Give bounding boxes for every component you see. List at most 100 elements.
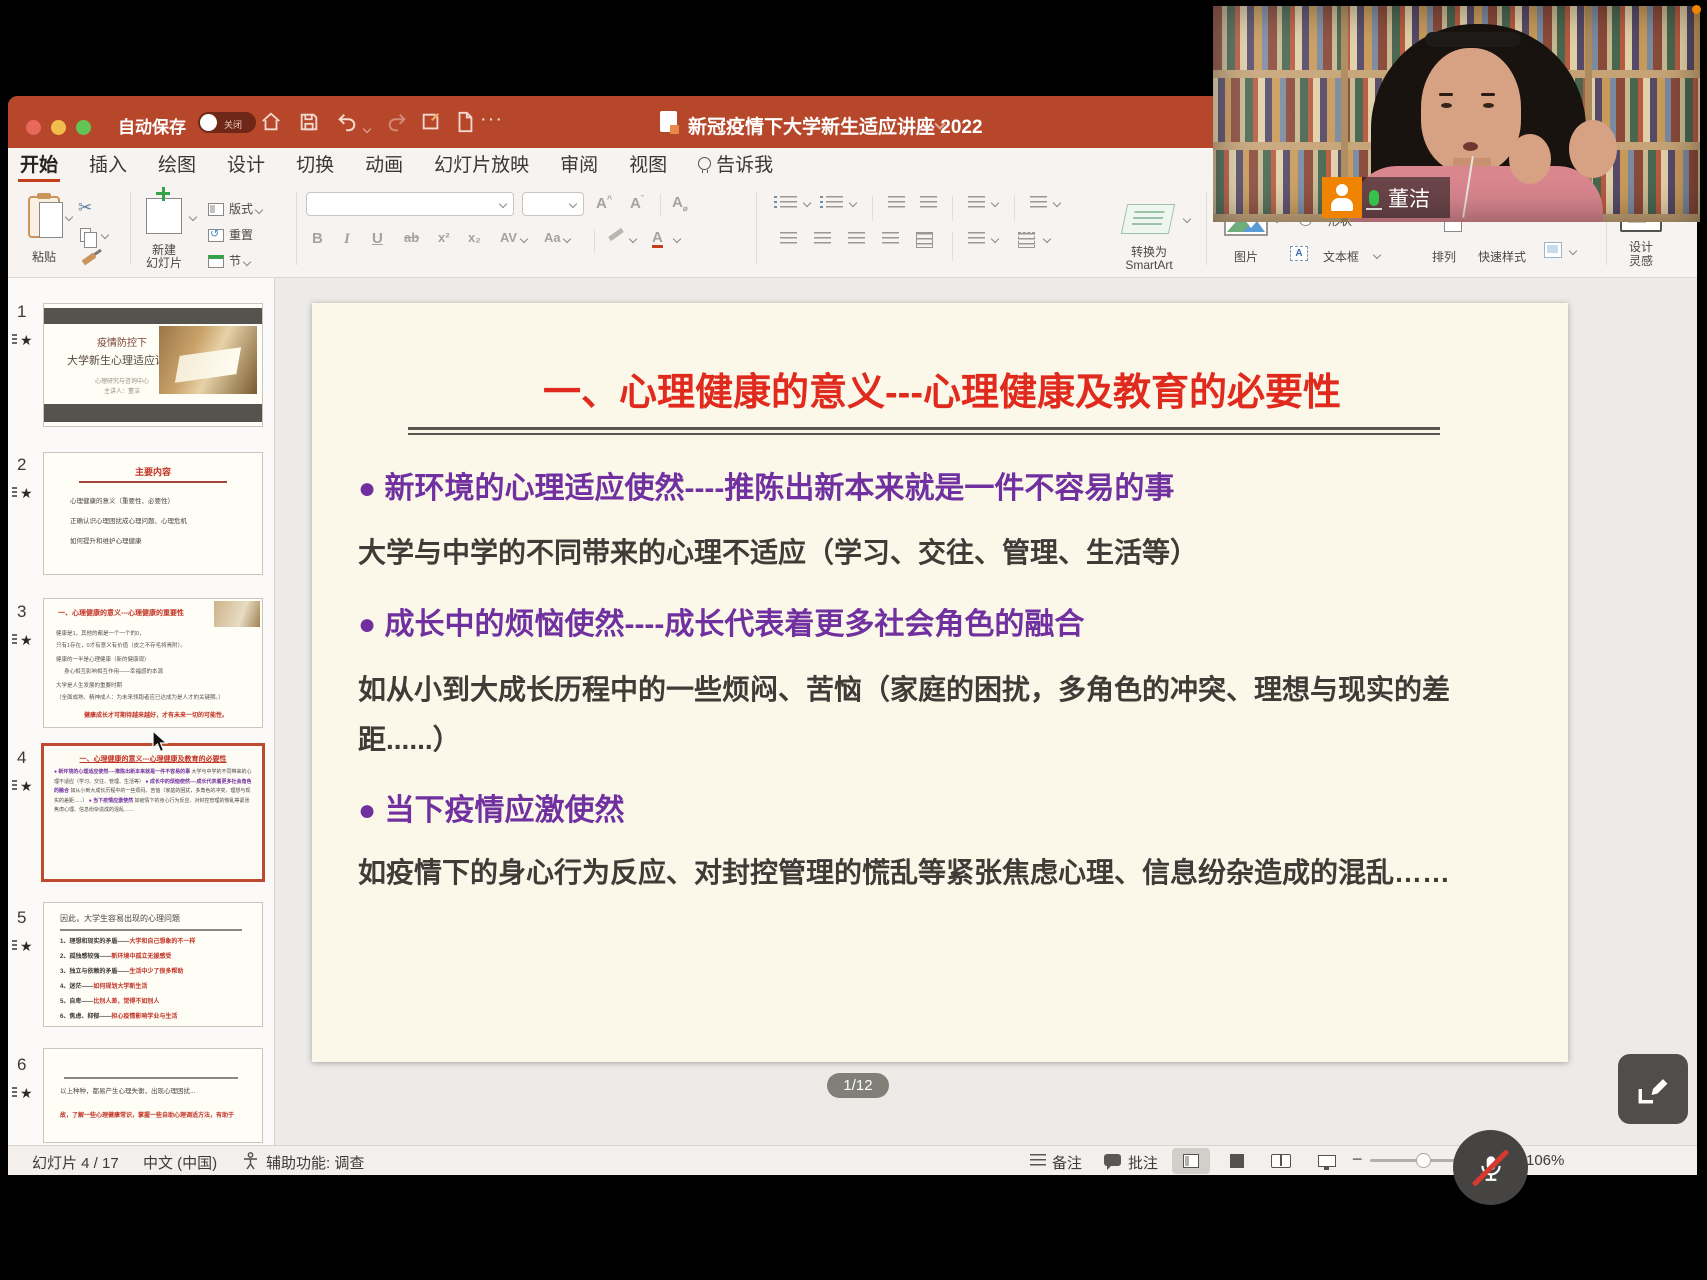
quick-styles-chevron[interactable]	[1569, 247, 1577, 255]
character-spacing-button[interactable]: AV	[500, 230, 527, 245]
numbering-icon[interactable]	[826, 196, 843, 209]
tab-view[interactable]: 视图	[627, 148, 669, 182]
smartart-chevron[interactable]	[1183, 215, 1191, 223]
distribute-icon[interactable]	[916, 232, 933, 248]
accessibility-status[interactable]: 辅助功能: 调查	[266, 1152, 364, 1173]
text-direction-icon[interactable]	[968, 232, 985, 245]
notes-button[interactable]: 备注	[1052, 1152, 1082, 1173]
zoom-slider-knob[interactable]	[1416, 1153, 1431, 1168]
tab-home[interactable]: 开始	[18, 148, 60, 182]
zoom-percentage[interactable]: 106%	[1526, 1152, 1564, 1169]
thumbnail-slide-4-selected[interactable]: 一、心理健康的意义---心理健康及教育的必要性 ● 新环境的心理适应使然----…	[41, 743, 265, 882]
autosave-toggle[interactable]: 关闭	[198, 112, 256, 133]
align-left-icon[interactable]	[780, 232, 797, 245]
textbox-label[interactable]: 文本框	[1314, 248, 1368, 265]
normal-view-button[interactable]	[1172, 1148, 1210, 1174]
highlight-pen-icon[interactable]	[608, 228, 624, 241]
cut-icon[interactable]: ✂	[78, 198, 92, 218]
font-size-combo[interactable]	[522, 192, 584, 216]
new-document-icon[interactable]	[454, 111, 476, 133]
mic-muted-button[interactable]	[1453, 1130, 1528, 1205]
slide-thumbnail-panel[interactable]: 1 ★ 疫情防控下 大学新生心理适应讲座 心理研究与咨询中心 主讲人：董洁 2 …	[8, 278, 275, 1145]
textbox-icon[interactable]: A	[1290, 246, 1308, 261]
thumbnail-slide-5[interactable]: 因此，大学生容易出现的心理问题 1、理想和现实的矛盾——大学和自己想象的不一样 …	[43, 902, 263, 1027]
zoom-out-button[interactable]: −	[1352, 1149, 1363, 1170]
design-ideas-label[interactable]: 设计灵感	[1614, 240, 1668, 268]
font-name-combo[interactable]	[306, 192, 514, 216]
columns-icon[interactable]	[1030, 196, 1047, 209]
more-commands-icon[interactable]: ···	[480, 108, 503, 131]
redo-icon[interactable]	[386, 111, 408, 133]
minimize-window-button[interactable]	[51, 120, 66, 135]
grow-font-button[interactable]: A^	[596, 194, 612, 212]
slideshow-button[interactable]	[1308, 1148, 1346, 1174]
strikethrough-button[interactable]: ab	[404, 230, 419, 245]
change-case-button[interactable]: Aa	[544, 230, 570, 245]
save-icon[interactable]	[298, 111, 320, 133]
highlight-chevron[interactable]	[629, 235, 637, 243]
shrink-font-button[interactable]: Aˇ	[630, 194, 644, 212]
tab-animations[interactable]: 动画	[363, 148, 405, 182]
increase-indent-icon[interactable]	[920, 196, 937, 209]
justify-icon[interactable]	[882, 232, 899, 245]
format-painter-icon[interactable]	[82, 253, 97, 266]
tab-insert[interactable]: 插入	[87, 148, 129, 182]
layout-button[interactable]: 版式	[208, 200, 262, 217]
thumbnail-slide-1[interactable]: 疫情防控下 大学新生心理适应讲座 心理研究与咨询中心 主讲人：董洁	[43, 303, 263, 427]
underline-button[interactable]: U	[372, 230, 383, 247]
new-slide-label[interactable]: 新建幻灯片	[134, 244, 194, 270]
quick-styles-label[interactable]: 快速样式	[1470, 248, 1534, 265]
align-center-icon[interactable]	[814, 232, 831, 245]
close-window-button[interactable]	[26, 120, 41, 135]
quick-styles-icon[interactable]	[1544, 242, 1562, 258]
align-text-icon[interactable]	[1018, 232, 1035, 248]
align-right-icon[interactable]	[848, 232, 865, 245]
save-copy-icon[interactable]	[420, 111, 442, 133]
comments-button[interactable]: 批注	[1128, 1152, 1158, 1173]
slide-sorter-button[interactable]	[1218, 1148, 1256, 1174]
home-icon[interactable]	[260, 111, 282, 133]
convert-smartart-icon[interactable]	[1121, 204, 1175, 234]
line-spacing-chevron[interactable]	[991, 199, 999, 207]
arrange-label[interactable]: 排列	[1424, 248, 1464, 265]
line-spacing-icon[interactable]	[968, 196, 985, 209]
paste-menu-chevron[interactable]	[65, 213, 73, 221]
copy-menu-chevron[interactable]	[101, 231, 109, 239]
thumbnail-slide-6[interactable]: 以上种种，都易产生心理失衡，出现心理困扰... 故，了解一些心理健康常识，掌握一…	[43, 1048, 263, 1143]
align-text-chevron[interactable]	[1043, 235, 1051, 243]
paste-icon[interactable]	[28, 196, 60, 238]
reading-view-button[interactable]	[1262, 1148, 1300, 1174]
italic-button[interactable]: I	[344, 230, 350, 248]
tab-draw[interactable]: 绘图	[156, 148, 198, 182]
webcam-video-overlay[interactable]	[1213, 6, 1700, 222]
convert-smartart-label[interactable]: 转换为SmartArt	[1104, 246, 1194, 272]
font-color-chevron[interactable]	[673, 235, 681, 243]
superscript-button[interactable]: x²	[438, 230, 450, 245]
decrease-indent-icon[interactable]	[888, 196, 905, 209]
tab-review[interactable]: 审阅	[558, 148, 600, 182]
slide-counter[interactable]: 幻灯片 4 / 17	[32, 1152, 119, 1173]
picture-label[interactable]: 图片	[1224, 248, 1268, 265]
bullets-icon[interactable]	[780, 196, 797, 209]
reset-button[interactable]: 重置	[208, 226, 253, 243]
tab-transitions[interactable]: 切换	[294, 148, 336, 182]
subscript-button[interactable]: x₂	[468, 230, 481, 245]
numbering-chevron[interactable]	[849, 199, 857, 207]
new-slide-icon[interactable]	[146, 198, 182, 234]
bold-button[interactable]: B	[312, 230, 323, 247]
font-color-button[interactable]: A	[652, 230, 663, 248]
zoom-slider-track[interactable]	[1370, 1159, 1460, 1162]
paste-label[interactable]: 粘贴	[24, 248, 64, 265]
clear-formatting-button[interactable]: A⌀	[672, 194, 688, 213]
textbox-chevron[interactable]	[1373, 251, 1381, 259]
copy-icon[interactable]	[80, 228, 91, 242]
slide-canvas[interactable]: 一、心理健康的意义---心理健康及教育的必要性 ● 新环境的心理适应使然----…	[312, 303, 1568, 1062]
bullets-chevron[interactable]	[803, 199, 811, 207]
undo-menu-chevron[interactable]	[363, 125, 371, 133]
text-direction-chevron[interactable]	[991, 235, 999, 243]
undo-icon[interactable]	[336, 111, 358, 133]
annotate-button[interactable]	[1618, 1054, 1688, 1124]
new-slide-chevron[interactable]	[189, 213, 197, 221]
tab-design[interactable]: 设计	[225, 148, 267, 182]
maximize-window-button[interactable]	[76, 120, 91, 135]
